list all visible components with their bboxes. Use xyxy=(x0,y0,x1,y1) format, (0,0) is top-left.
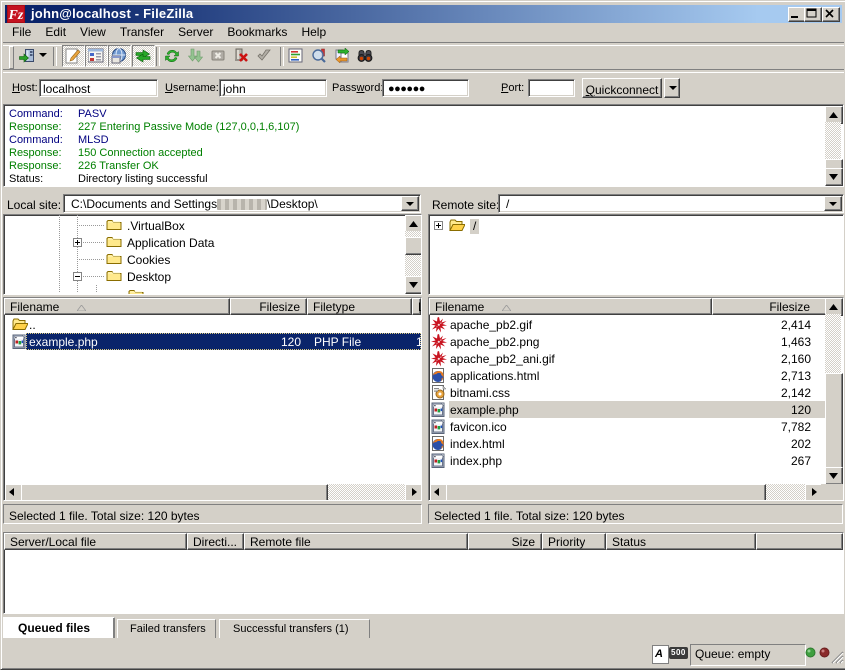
svg-text:Fz: Fz xyxy=(8,8,24,23)
